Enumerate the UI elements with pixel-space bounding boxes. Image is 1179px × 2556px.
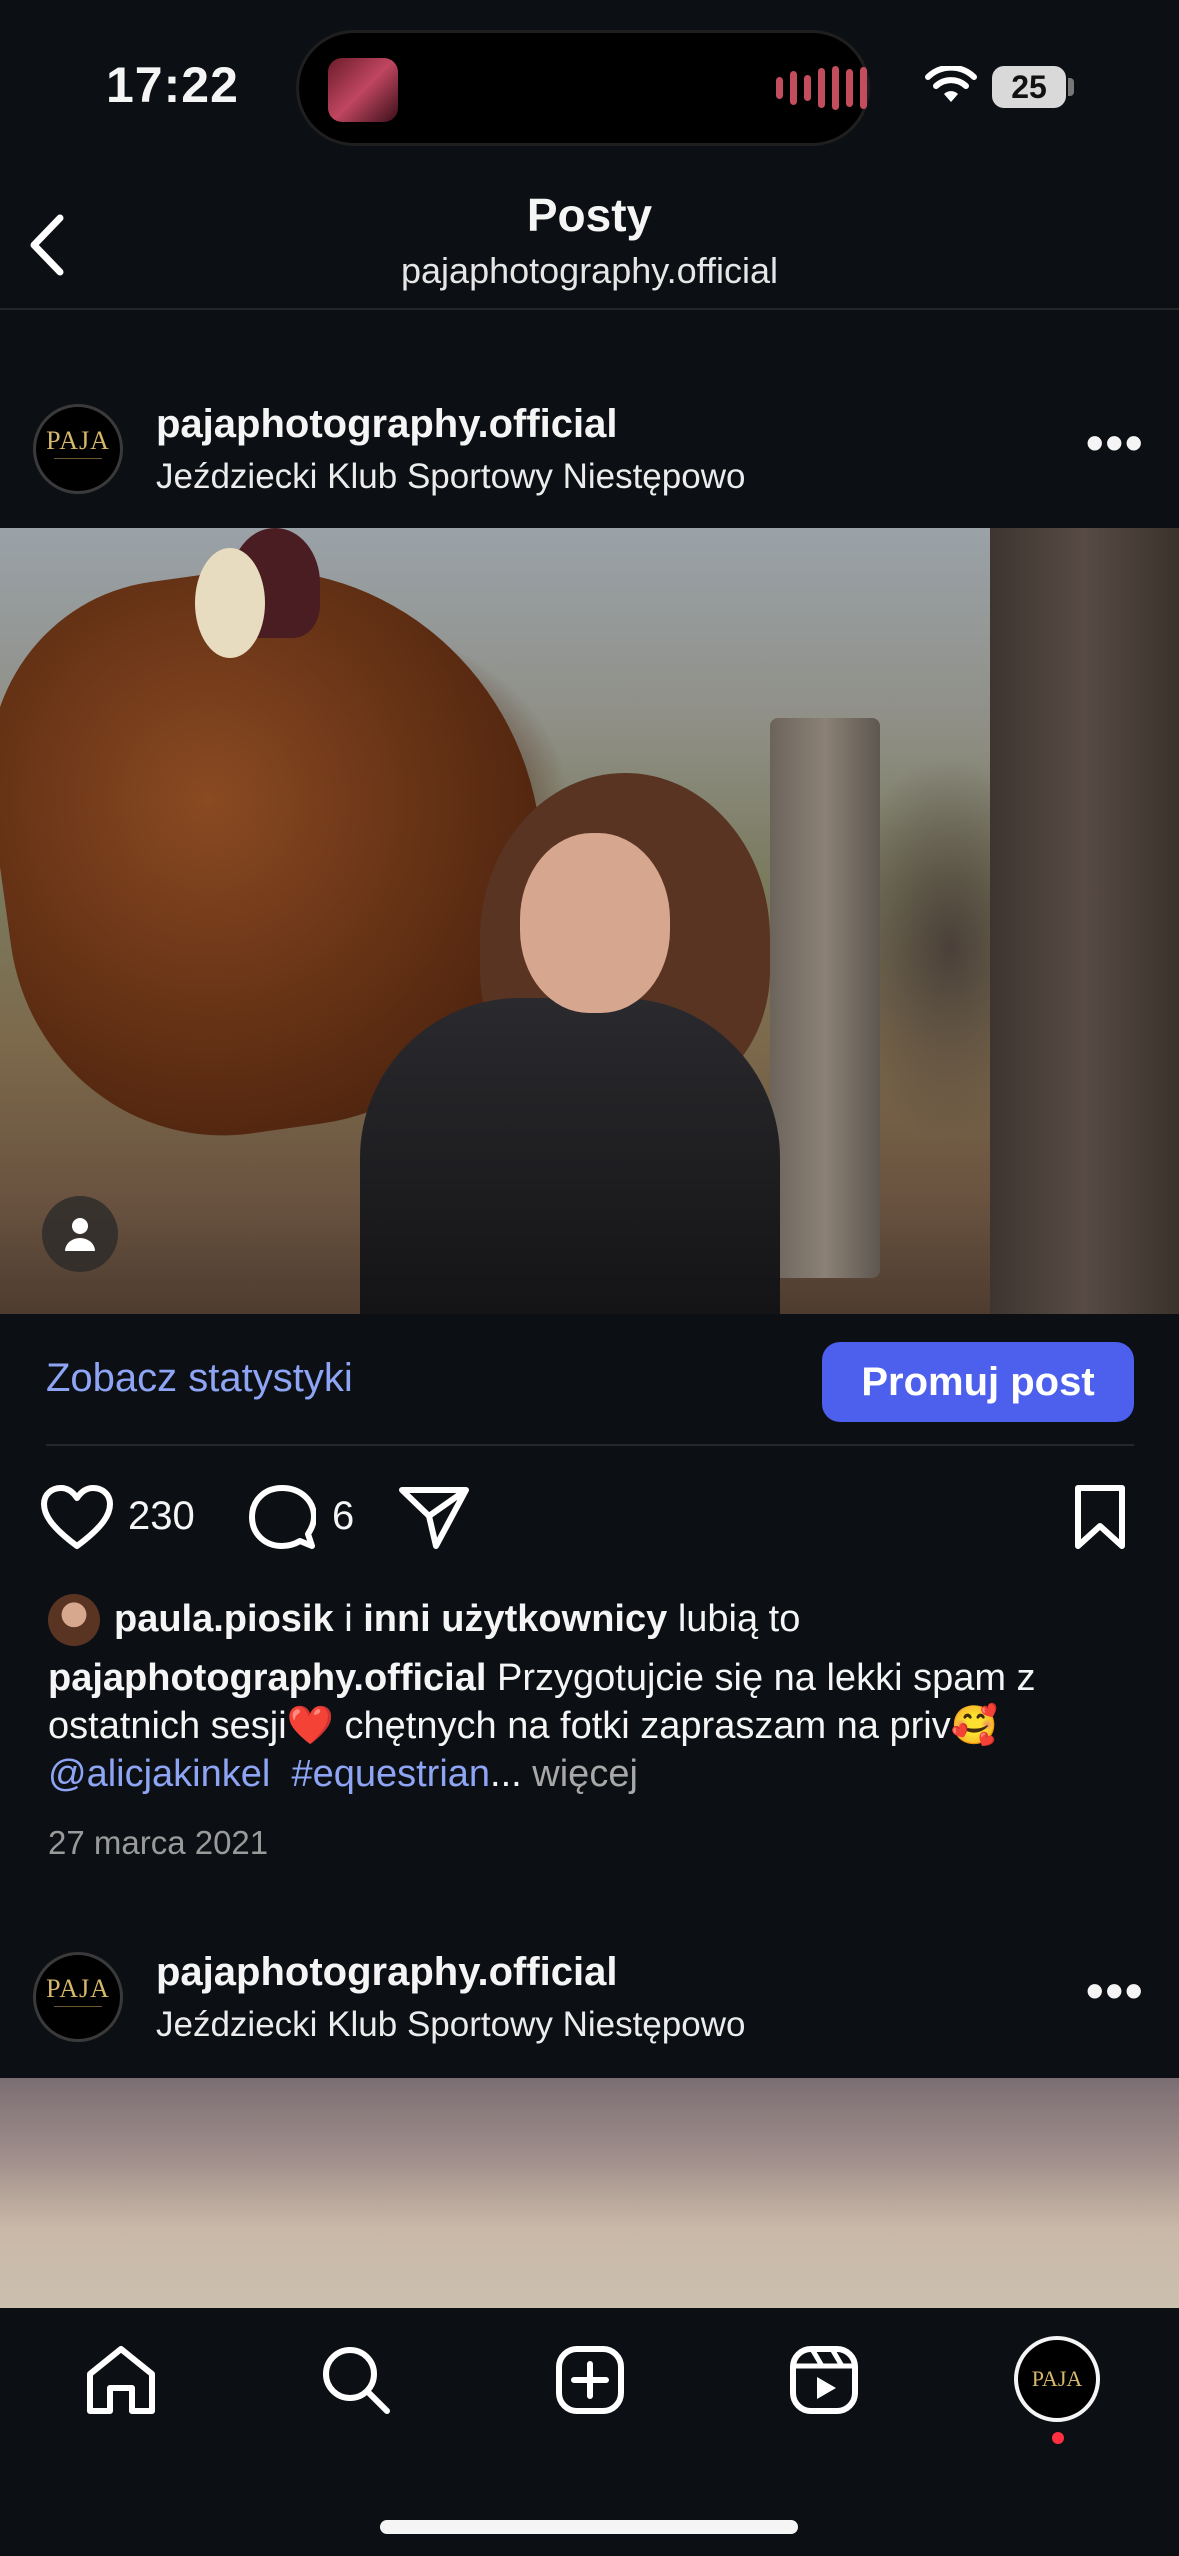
photo-ear-bonnet bbox=[195, 548, 265, 658]
home-indicator[interactable] bbox=[380, 2520, 798, 2534]
comments-count[interactable]: 6 bbox=[332, 1494, 354, 1539]
post-caption: pajaphotography.official Przygotujcie si… bbox=[48, 1654, 1138, 1798]
liked-by-others[interactable]: inni użytkownicy bbox=[363, 1598, 667, 1640]
photo-person-jacket bbox=[360, 998, 780, 1314]
view-insights-link[interactable]: Zobacz statystyki bbox=[46, 1356, 353, 1401]
liked-by-and: i bbox=[344, 1598, 353, 1640]
insights-divider bbox=[46, 1444, 1134, 1446]
caption-mention[interactable]: @alicjakinkel bbox=[48, 1753, 270, 1795]
post-author-username[interactable]: pajaphotography.official bbox=[156, 1950, 618, 1995]
wifi-icon bbox=[925, 66, 977, 102]
post-photo[interactable] bbox=[0, 2078, 1179, 2308]
post-author-avatar[interactable]: PAJA bbox=[33, 404, 123, 494]
home-icon[interactable] bbox=[84, 2344, 158, 2416]
caption-username[interactable]: pajaphotography.official bbox=[48, 1657, 486, 1699]
liked-by-suffix: lubią to bbox=[677, 1598, 801, 1640]
caption-ellipsis: ... bbox=[490, 1753, 522, 1795]
reels-icon[interactable] bbox=[788, 2344, 860, 2416]
avatar-logo-text: PAJA bbox=[1031, 2366, 1083, 2391]
post-photo[interactable] bbox=[0, 528, 1179, 1314]
notification-dot bbox=[1052, 2432, 1064, 2444]
share-send-icon[interactable] bbox=[396, 1484, 472, 1552]
header-divider bbox=[0, 308, 1179, 310]
status-time: 17:22 bbox=[106, 57, 239, 113]
battery-tip bbox=[1068, 78, 1074, 96]
photo-fence-post bbox=[770, 718, 880, 1278]
search-icon[interactable] bbox=[320, 2344, 392, 2416]
create-post-icon[interactable] bbox=[554, 2344, 626, 2416]
person-icon bbox=[65, 1218, 95, 1251]
page-subtitle: pajaphotography.official bbox=[401, 250, 778, 291]
audio-waveform-icon bbox=[776, 64, 867, 112]
liked-by-text[interactable]: paula.piosik i inni użytkownicy lubią to bbox=[114, 1598, 800, 1641]
post-author-username[interactable]: pajaphotography.official bbox=[156, 402, 618, 447]
post-location[interactable]: Jeździecki Klub Sportowy Niestępowo bbox=[156, 2005, 745, 2045]
caption-more-link[interactable]: więcej bbox=[532, 1753, 638, 1795]
comment-icon[interactable] bbox=[248, 1484, 316, 1552]
now-playing-artwork[interactable] bbox=[328, 58, 398, 122]
avatar-logo-underline bbox=[54, 2005, 102, 2019]
avatar-logo-underline bbox=[54, 457, 102, 471]
post-location[interactable]: Jeździecki Klub Sportowy Niestępowo bbox=[156, 457, 745, 497]
liker-avatar[interactable] bbox=[48, 1594, 100, 1646]
avatar-logo-text: PAJA bbox=[46, 425, 110, 455]
like-heart-icon[interactable] bbox=[40, 1484, 114, 1550]
likes-count[interactable]: 230 bbox=[128, 1494, 195, 1539]
promote-post-button[interactable]: Promuj post bbox=[822, 1342, 1134, 1422]
liked-by-user[interactable]: paula.piosik bbox=[114, 1598, 334, 1640]
avatar-logo-text: PAJA bbox=[46, 1973, 110, 2003]
photo-background-wood bbox=[990, 528, 1179, 1314]
post-author-avatar[interactable]: PAJA bbox=[33, 1952, 123, 2042]
post-options-icon[interactable]: ••• bbox=[1086, 414, 1145, 472]
caption-hashtag[interactable]: #equestrian bbox=[291, 1753, 490, 1795]
post-date: 27 marca 2021 bbox=[48, 1824, 269, 1861]
post-options-icon[interactable]: ••• bbox=[1086, 1962, 1145, 2020]
battery-indicator: 25 bbox=[992, 66, 1066, 108]
page-title: Posty bbox=[526, 189, 653, 241]
tagged-users-icon[interactable] bbox=[42, 1196, 118, 1272]
photo-person-face bbox=[520, 833, 670, 1013]
profile-tab-avatar[interactable]: PAJA bbox=[1014, 2336, 1100, 2422]
save-bookmark-icon[interactable] bbox=[1070, 1484, 1130, 1552]
